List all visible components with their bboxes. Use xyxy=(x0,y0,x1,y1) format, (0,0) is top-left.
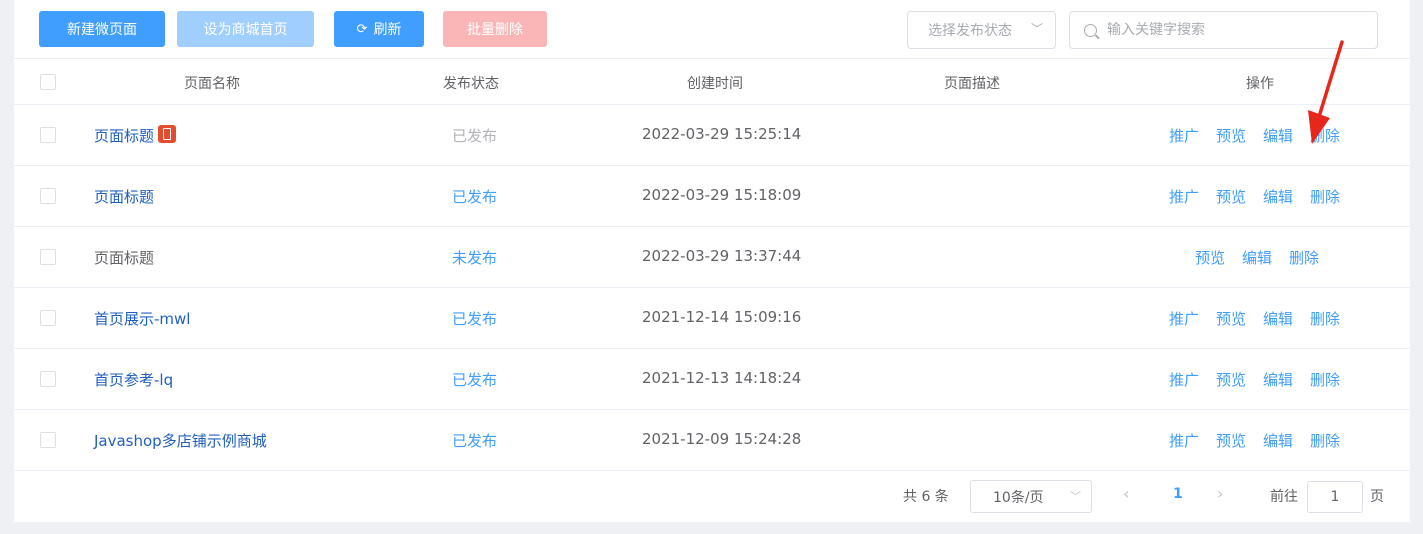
chevron-down-icon: ﹀ xyxy=(1030,22,1043,36)
edit-link[interactable]: 编辑 xyxy=(1263,369,1293,390)
edit-link[interactable]: 编辑 xyxy=(1263,430,1293,451)
header-description: 页面描述 xyxy=(944,76,1000,92)
row-actions: 推广 预览 编辑 删除 xyxy=(1169,308,1357,329)
delete-link[interactable]: 删除 xyxy=(1310,125,1340,146)
row-actions: 推广 预览 编辑 删除 xyxy=(1169,125,1357,146)
status-text[interactable]: 未发布 xyxy=(452,247,497,268)
preview-link[interactable]: 预览 xyxy=(1216,369,1246,390)
search-box[interactable] xyxy=(1069,11,1378,49)
edit-link[interactable]: 编辑 xyxy=(1263,186,1293,207)
pagination-total: 共 6 条 xyxy=(903,489,949,505)
row-actions: 推广 预览 编辑 删除 xyxy=(1169,430,1357,451)
promote-link[interactable]: 推广 xyxy=(1169,430,1199,451)
home-page-badge-icon xyxy=(158,125,177,143)
chevron-right-icon[interactable]: › xyxy=(1217,484,1223,503)
preview-link[interactable]: 预览 xyxy=(1216,308,1246,329)
table-row: 页面标题 未发布 2022-03-29 13:37:44 预览 编辑 删除 xyxy=(14,227,1410,288)
search-icon xyxy=(1084,23,1097,37)
refresh-label: 刷新 xyxy=(373,22,402,38)
search-input[interactable] xyxy=(1107,22,1367,38)
chevron-left-icon[interactable]: ‹ xyxy=(1123,484,1129,503)
created-time: 2022-03-29 15:25:14 xyxy=(642,125,802,143)
page-name-link[interactable]: 页面标题 xyxy=(94,186,154,207)
page-list-panel: 新建微页面 设为商城首页 ⟳ 刷新 批量删除 选择发布状态 ﹀ 页面名称 发布状… xyxy=(14,0,1410,522)
toolbar: 新建微页面 设为商城首页 ⟳ 刷新 批量删除 选择发布状态 ﹀ xyxy=(14,0,1410,58)
status-select[interactable]: 选择发布状态 ﹀ xyxy=(907,11,1056,49)
status-text[interactable]: 已发布 xyxy=(452,430,497,451)
row-checkbox[interactable] xyxy=(40,249,56,265)
page-size-select[interactable]: 10条/页 ﹀ xyxy=(970,480,1092,513)
page-unit-label: 页 xyxy=(1370,489,1384,505)
pagination: 共 6 条 10条/页 ﹀ ‹ 1 › 前往 页 xyxy=(14,471,1410,522)
edit-link[interactable]: 编辑 xyxy=(1263,125,1293,146)
delete-link[interactable]: 删除 xyxy=(1310,430,1340,451)
table-row: Javashop多店铺示例商城 已发布 2021-12-09 15:24:28 … xyxy=(14,410,1410,471)
goto-page-input[interactable] xyxy=(1307,481,1363,513)
refresh-icon: ⟳ xyxy=(356,21,368,37)
status-text: 已发布 xyxy=(452,127,498,145)
preview-link[interactable]: 预览 xyxy=(1216,430,1246,451)
edit-link[interactable]: 编辑 xyxy=(1263,308,1293,329)
page-name-text: 页面标题 xyxy=(94,127,155,145)
new-page-button[interactable]: 新建微页面 xyxy=(39,11,165,47)
table-header: 页面名称 发布状态 创建时间 页面描述 操作 xyxy=(14,58,1410,105)
row-actions: 预览 编辑 删除 xyxy=(1195,247,1336,268)
set-home-page-button[interactable]: 设为商城首页 xyxy=(177,11,314,47)
created-time: 2021-12-14 15:09:16 xyxy=(642,308,802,326)
preview-link[interactable]: 预览 xyxy=(1195,247,1225,268)
row-checkbox[interactable] xyxy=(40,432,56,448)
created-time: 2022-03-29 13:37:44 xyxy=(642,247,802,265)
delete-link[interactable]: 删除 xyxy=(1289,247,1319,268)
delete-link[interactable]: 删除 xyxy=(1310,186,1340,207)
current-page-number[interactable]: 1 xyxy=(1173,486,1183,502)
promote-link[interactable]: 推广 xyxy=(1169,369,1199,390)
promote-link[interactable]: 推广 xyxy=(1169,308,1199,329)
row-checkbox[interactable] xyxy=(40,310,56,326)
header-created: 创建时间 xyxy=(687,76,743,92)
chevron-down-icon: ﹀ xyxy=(1070,490,1081,503)
page-size-value: 10条/页 xyxy=(993,489,1044,506)
refresh-button[interactable]: ⟳ 刷新 xyxy=(334,11,424,47)
page-name-link[interactable]: 首页展示-mwl xyxy=(94,308,190,329)
page-name-text: 页面标题 xyxy=(94,249,155,267)
status-text[interactable]: 已发布 xyxy=(452,369,497,390)
promote-link[interactable]: 推广 xyxy=(1169,125,1199,146)
preview-link[interactable]: 预览 xyxy=(1216,186,1246,207)
row-checkbox[interactable] xyxy=(40,371,56,387)
row-checkbox[interactable] xyxy=(40,127,56,143)
delete-link[interactable]: 删除 xyxy=(1310,308,1340,329)
select-all-checkbox[interactable] xyxy=(40,74,56,90)
table-row: 首页参考-lq 已发布 2021-12-13 14:18:24 推广 预览 编辑 删除 xyxy=(14,349,1410,410)
page-name-link[interactable]: Javashop多店铺示例商城 xyxy=(94,430,267,451)
preview-link[interactable]: 预览 xyxy=(1216,125,1246,146)
created-time: 2022-03-29 15:18:09 xyxy=(642,186,802,204)
promote-link[interactable]: 推广 xyxy=(1169,186,1199,207)
status-text[interactable]: 已发布 xyxy=(452,308,497,329)
page-name-link[interactable]: 页面标题 xyxy=(94,125,177,146)
goto-label: 前往 xyxy=(1270,489,1298,505)
row-checkbox[interactable] xyxy=(40,188,56,204)
edit-link[interactable]: 编辑 xyxy=(1242,247,1272,268)
table-row: 页面标题 已发布 2022-03-29 15:25:14 推广 预览 编辑 删除 xyxy=(14,105,1410,166)
header-page-name: 页面名称 xyxy=(184,76,240,92)
created-time: 2021-12-09 15:24:28 xyxy=(642,430,802,448)
header-operations: 操作 xyxy=(1246,76,1274,92)
status-text[interactable]: 已发布 xyxy=(452,186,497,207)
status-select-placeholder: 选择发布状态 xyxy=(928,23,1012,39)
delete-link[interactable]: 删除 xyxy=(1310,369,1340,390)
created-time: 2021-12-13 14:18:24 xyxy=(642,369,802,387)
table-row: 首页展示-mwl 已发布 2021-12-14 15:09:16 推广 预览 编辑删… xyxy=(14,288,1410,349)
header-status: 发布状态 xyxy=(443,76,499,92)
row-actions: 推广 预览 编辑 删除 xyxy=(1169,369,1357,390)
page-name-link[interactable]: 首页参考-lq xyxy=(94,369,173,390)
batch-delete-button[interactable]: 批量删除 xyxy=(443,11,547,47)
row-actions: 推广 预览 编辑 删除 xyxy=(1169,186,1357,207)
table-row: 页面标题 已发布 2022-03-29 15:18:09 推广 预览 编辑 删除 xyxy=(14,166,1410,227)
